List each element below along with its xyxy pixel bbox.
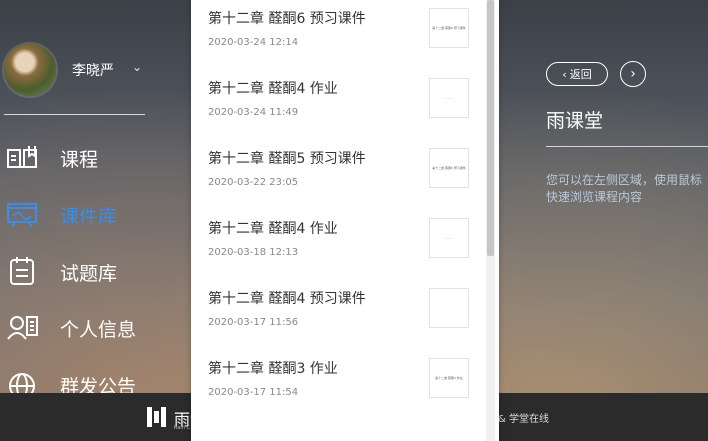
scrollbar[interactable] — [486, 0, 495, 441]
list-item[interactable]: 第十二章 醛酮4 作业 2020-03-18 12:13 - - - - — [191, 210, 491, 280]
item-title: 第十二章 醛酮3 作业 — [208, 361, 338, 377]
item-time: 2020-03-17 11:54 — [208, 387, 299, 398]
item-title: 第十二章 醛酮4 作业 — [208, 81, 338, 97]
item-time: 2020-03-22 23:05 — [208, 177, 299, 188]
question-bank-icon — [10, 257, 34, 285]
sidebar-item-courseware[interactable]: 课件库 — [0, 194, 190, 234]
sidebar-divider — [4, 114, 145, 115]
sidebar-item-label: 试题库 — [60, 263, 118, 285]
courseware-library-icon — [7, 203, 37, 228]
item-title: 第十二章 醛酮4 预习课件 — [208, 291, 366, 307]
footer-sub: Rain C — [174, 425, 191, 431]
back-button[interactable]: ‹ 返回 — [546, 62, 608, 86]
sidebar-item-question-bank[interactable]: 试题库 — [0, 251, 190, 291]
sidebar-item-label: 课件库 — [60, 206, 118, 228]
list-item[interactable]: 第十二章 醛酮4 作业 2020-03-24 11:49 - - - - — [191, 70, 491, 140]
footer-right-text: & 学堂在线 — [498, 414, 549, 425]
description-line: 快速浏览课程内容 — [546, 190, 643, 204]
item-time: 2020-03-18 12:13 — [208, 247, 299, 258]
sidebar-item-label: 课程 — [60, 149, 99, 171]
scrollbar-thumb[interactable] — [487, 0, 494, 256]
item-thumbnail[interactable]: 第十二章 醛酮6 预习课件 — [429, 8, 469, 48]
description-line: 您可以在左侧区域，使用鼠标 — [546, 173, 703, 187]
forward-button[interactable]: › — [620, 61, 646, 87]
item-time: 2020-03-24 12:14 — [208, 37, 299, 48]
list-item[interactable]: 第十二章 醛酮3 作业 2020-03-17 11:54 第十二章 醛酮3 作业 — [191, 350, 491, 420]
page-title: 雨课堂 — [546, 110, 604, 132]
list-item[interactable]: 第十二章 醛酮4 预习课件 2020-03-17 11:56 — [191, 280, 491, 350]
chevron-right-icon: › — [630, 66, 636, 82]
item-thumbnail[interactable] — [429, 288, 469, 328]
item-thumbnail[interactable]: 第十二章 醛酮5 预习课件 — [429, 148, 469, 188]
title-divider — [546, 146, 708, 147]
course-book-icon — [7, 146, 37, 168]
sidebar-item-course[interactable]: 课程 — [0, 137, 190, 177]
list-item[interactable]: 第十二章 醛酮6 预习课件 2020-03-24 12:14 第十二章 醛酮6 … — [191, 0, 491, 70]
chevron-left-icon: ‹ — [562, 67, 567, 81]
sidebar: 李晓严 ⌄ 课程 课件库 试题库 个人信息 群发公告 — [0, 0, 190, 399]
description: 您可以在左侧区域，使用鼠标 快速浏览课程内容 — [546, 172, 708, 206]
username[interactable]: 李晓严 — [72, 60, 114, 80]
sidebar-item-label: 个人信息 — [60, 319, 137, 341]
item-time: 2020-03-17 11:56 — [208, 317, 299, 328]
item-time: 2020-03-24 11:49 — [208, 107, 299, 118]
item-thumbnail[interactable]: - - - - — [429, 218, 469, 258]
sidebar-item-personal-info[interactable]: 个人信息 — [0, 307, 190, 347]
item-title: 第十二章 醛酮5 预习课件 — [208, 151, 366, 167]
back-label: 返回 — [569, 68, 592, 81]
item-thumbnail[interactable]: 第十二章 醛酮3 作业 — [429, 358, 469, 398]
list-item[interactable]: 第十二章 醛酮5 预习课件 2020-03-22 23:05 第十二章 醛酮5 … — [191, 140, 491, 210]
chevron-down-icon[interactable]: ⌄ — [132, 60, 142, 74]
courseware-list-panel: 第十二章 醛酮6 预习课件 2020-03-24 12:14 第十二章 醛酮6 … — [191, 0, 499, 441]
rain-classroom-logo-icon — [147, 407, 166, 427]
avatar[interactable] — [4, 44, 56, 96]
person-info-icon — [7, 316, 38, 340]
item-thumbnail[interactable]: - - - - — [429, 78, 469, 118]
item-title: 第十二章 醛酮6 预习课件 — [208, 11, 366, 27]
item-title: 第十二章 醛酮4 作业 — [208, 221, 338, 237]
